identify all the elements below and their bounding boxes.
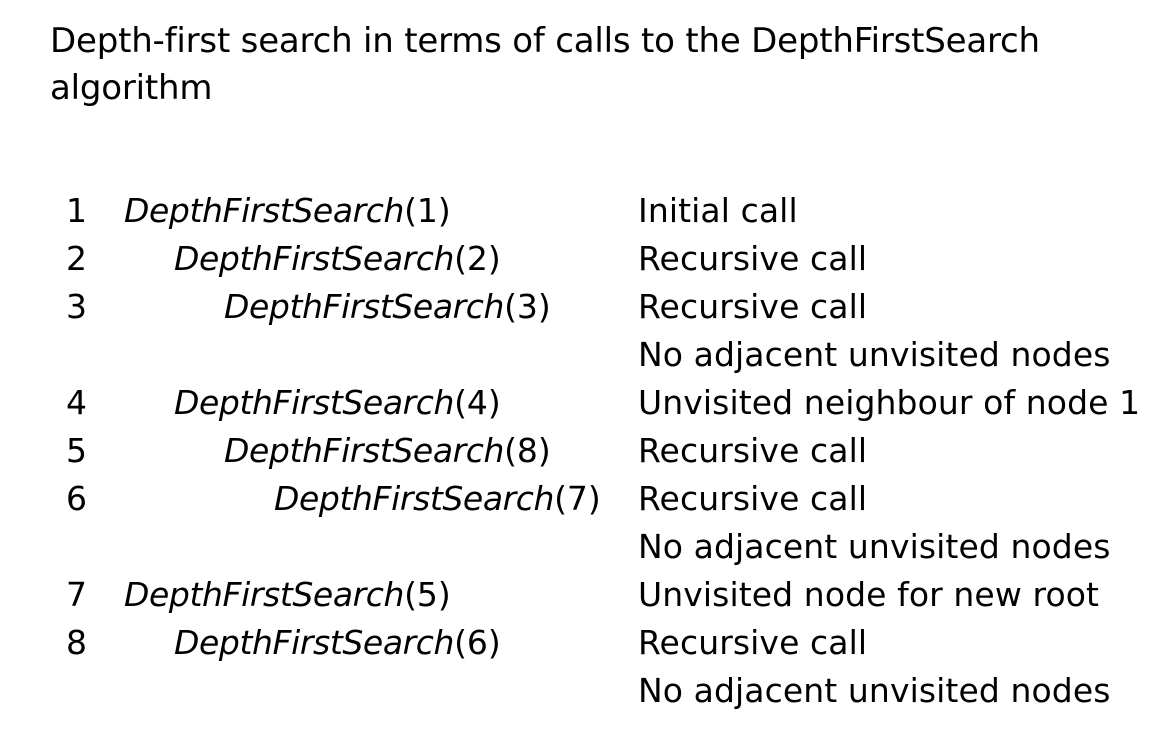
call-note: Recursive call <box>638 431 868 470</box>
call-argument: (1) <box>404 191 451 230</box>
function-name: DepthFirstSearch <box>174 383 455 422</box>
note-row: No adjacent unvisited nodes <box>0 667 1158 715</box>
line-number: 3 <box>66 287 87 326</box>
line-number: 6 <box>66 479 87 518</box>
call-argument: (6) <box>454 623 501 662</box>
call-note: Unvisited node for new root <box>638 575 1100 614</box>
call-note: No adjacent unvisited nodes <box>638 335 1111 374</box>
function-name: DepthFirstSearch <box>224 287 505 326</box>
call-argument: (5) <box>404 575 451 614</box>
function-name: DepthFirstSearch <box>274 479 555 518</box>
call-argument: (7) <box>554 479 601 518</box>
call-expression: DepthFirstSearch(1) <box>124 187 451 235</box>
line-number: 5 <box>66 431 87 470</box>
call-row: 5 DepthFirstSearch(8) Recursive call <box>0 427 1158 475</box>
call-row: 8 DepthFirstSearch(6) Recursive call <box>0 619 1158 667</box>
line-number: 1 <box>66 191 87 230</box>
line-number: 7 <box>66 575 87 614</box>
call-argument: (4) <box>454 383 501 422</box>
call-row: 6 DepthFirstSearch(7) Recursive call <box>0 475 1158 523</box>
line-number: 4 <box>66 383 87 422</box>
call-expression: DepthFirstSearch(6) <box>174 619 501 667</box>
call-argument: (2) <box>454 239 501 278</box>
note-row: No adjacent unvisited nodes <box>0 331 1158 379</box>
function-name: DepthFirstSearch <box>224 431 505 470</box>
call-note: Recursive call <box>638 479 868 518</box>
function-name: DepthFirstSearch <box>124 191 405 230</box>
call-row: 2 DepthFirstSearch(2) Recursive call <box>0 235 1158 283</box>
function-name: DepthFirstSearch <box>174 239 455 278</box>
call-note: Unvisited neighbour of node 1 <box>638 383 1141 422</box>
function-name: DepthFirstSearch <box>124 575 405 614</box>
call-argument: (8) <box>504 431 551 470</box>
call-expression: DepthFirstSearch(4) <box>174 379 501 427</box>
call-note: No adjacent unvisited nodes <box>638 671 1111 710</box>
line-number: 8 <box>66 623 87 662</box>
call-expression: DepthFirstSearch(3) <box>224 283 551 331</box>
line-number: 2 <box>66 239 87 278</box>
call-note: Recursive call <box>638 239 868 278</box>
call-argument: (3) <box>504 287 551 326</box>
call-note: Initial call <box>638 191 798 230</box>
call-expression: DepthFirstSearch(2) <box>174 235 501 283</box>
call-row: 3 DepthFirstSearch(3) Recursive call <box>0 283 1158 331</box>
call-expression: DepthFirstSearch(8) <box>224 427 551 475</box>
call-row: 7 DepthFirstSearch(5) Unvisited node for… <box>0 571 1158 619</box>
call-row: 4 DepthFirstSearch(4) Unvisited neighbou… <box>0 379 1158 427</box>
function-name: DepthFirstSearch <box>174 623 455 662</box>
page-title: Depth-first search in terms of calls to … <box>50 21 1040 108</box>
call-note: Recursive call <box>638 623 868 662</box>
call-expression: DepthFirstSearch(5) <box>124 571 451 619</box>
call-note: Recursive call <box>638 287 868 326</box>
call-row: 1 DepthFirstSearch(1) Initial call <box>0 187 1158 235</box>
call-expression: DepthFirstSearch(7) <box>274 475 601 523</box>
call-note: No adjacent unvisited nodes <box>638 527 1111 566</box>
note-row: No adjacent unvisited nodes <box>0 523 1158 571</box>
